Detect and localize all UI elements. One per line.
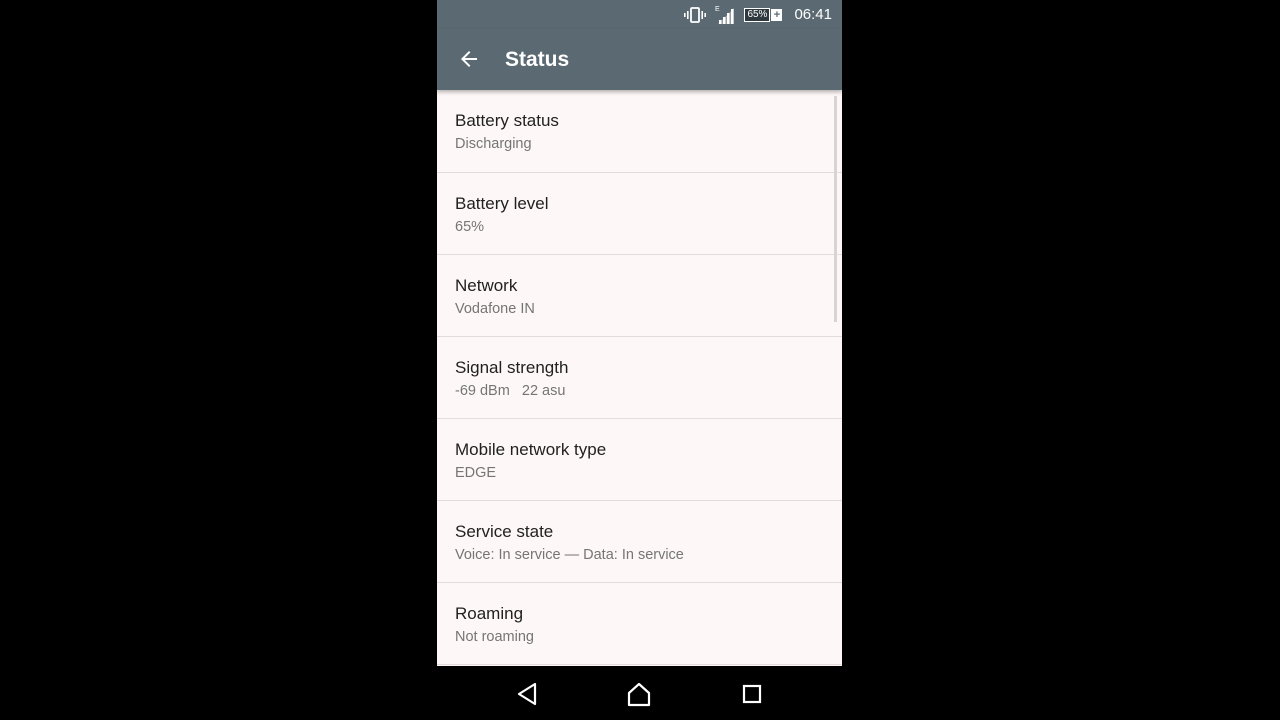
- item-summary: Voice: In service — Data: In service: [455, 547, 684, 563]
- list-item-service-state[interactable]: Service state Voice: In service — Data: …: [437, 501, 842, 583]
- list-item-signal-strength[interactable]: Signal strength -69 dBm 22 asu: [437, 337, 842, 419]
- network-type-indicator: E: [715, 6, 720, 13]
- item-title: Mobile network type: [455, 440, 607, 459]
- list-item-battery-status[interactable]: Battery status Discharging: [437, 90, 842, 173]
- toolbar: Status: [437, 29, 842, 90]
- battery-percent: 65%: [744, 7, 771, 22]
- charging-plus-icon: +: [771, 8, 783, 21]
- vibrate-icon: [684, 6, 707, 23]
- list-item-battery-level[interactable]: Battery level 65%: [437, 173, 842, 255]
- status-bar: E 65% + 06:41: [437, 0, 842, 29]
- phone-screen: E 65% + 06:41 Status Battery status Disc…: [437, 0, 842, 720]
- recents-square-icon: [742, 684, 762, 704]
- item-summary: -69 dBm 22 asu: [455, 383, 566, 399]
- item-title: Service state: [455, 522, 554, 541]
- item-summary: Vodafone IN: [455, 301, 535, 317]
- battery-icon: 65% +: [744, 7, 783, 22]
- item-title: Roaming: [455, 604, 524, 623]
- list-item-mobile-network-type[interactable]: Mobile network type EDGE: [437, 419, 842, 501]
- item-summary: Not roaming: [455, 629, 534, 645]
- item-title: Battery status: [455, 111, 559, 130]
- back-button[interactable]: [457, 47, 481, 71]
- nav-back-button[interactable]: [513, 680, 541, 708]
- nav-home-button[interactable]: [625, 680, 653, 708]
- item-title: Network: [455, 276, 518, 295]
- status-list: Battery status Discharging Battery level…: [437, 90, 842, 666]
- item-summary: EDGE: [455, 465, 497, 481]
- triangle-back-icon: [517, 682, 537, 706]
- clock: 06:41: [794, 6, 832, 23]
- nav-recents-button[interactable]: [738, 680, 766, 708]
- item-title: Battery level: [455, 194, 549, 213]
- navigation-bar: [437, 666, 842, 720]
- list-item-roaming[interactable]: Roaming Not roaming: [437, 583, 842, 665]
- item-summary: Discharging: [455, 136, 532, 152]
- list-item-network[interactable]: Network Vodafone IN: [437, 255, 842, 337]
- page-title: Status: [505, 48, 570, 71]
- item-summary: 65%: [455, 219, 485, 235]
- scrollbar[interactable]: [834, 96, 837, 322]
- home-icon: [627, 682, 651, 707]
- arrow-back-icon: [461, 51, 477, 67]
- item-title: Signal strength: [455, 358, 569, 377]
- signal-icon: E: [715, 6, 735, 24]
